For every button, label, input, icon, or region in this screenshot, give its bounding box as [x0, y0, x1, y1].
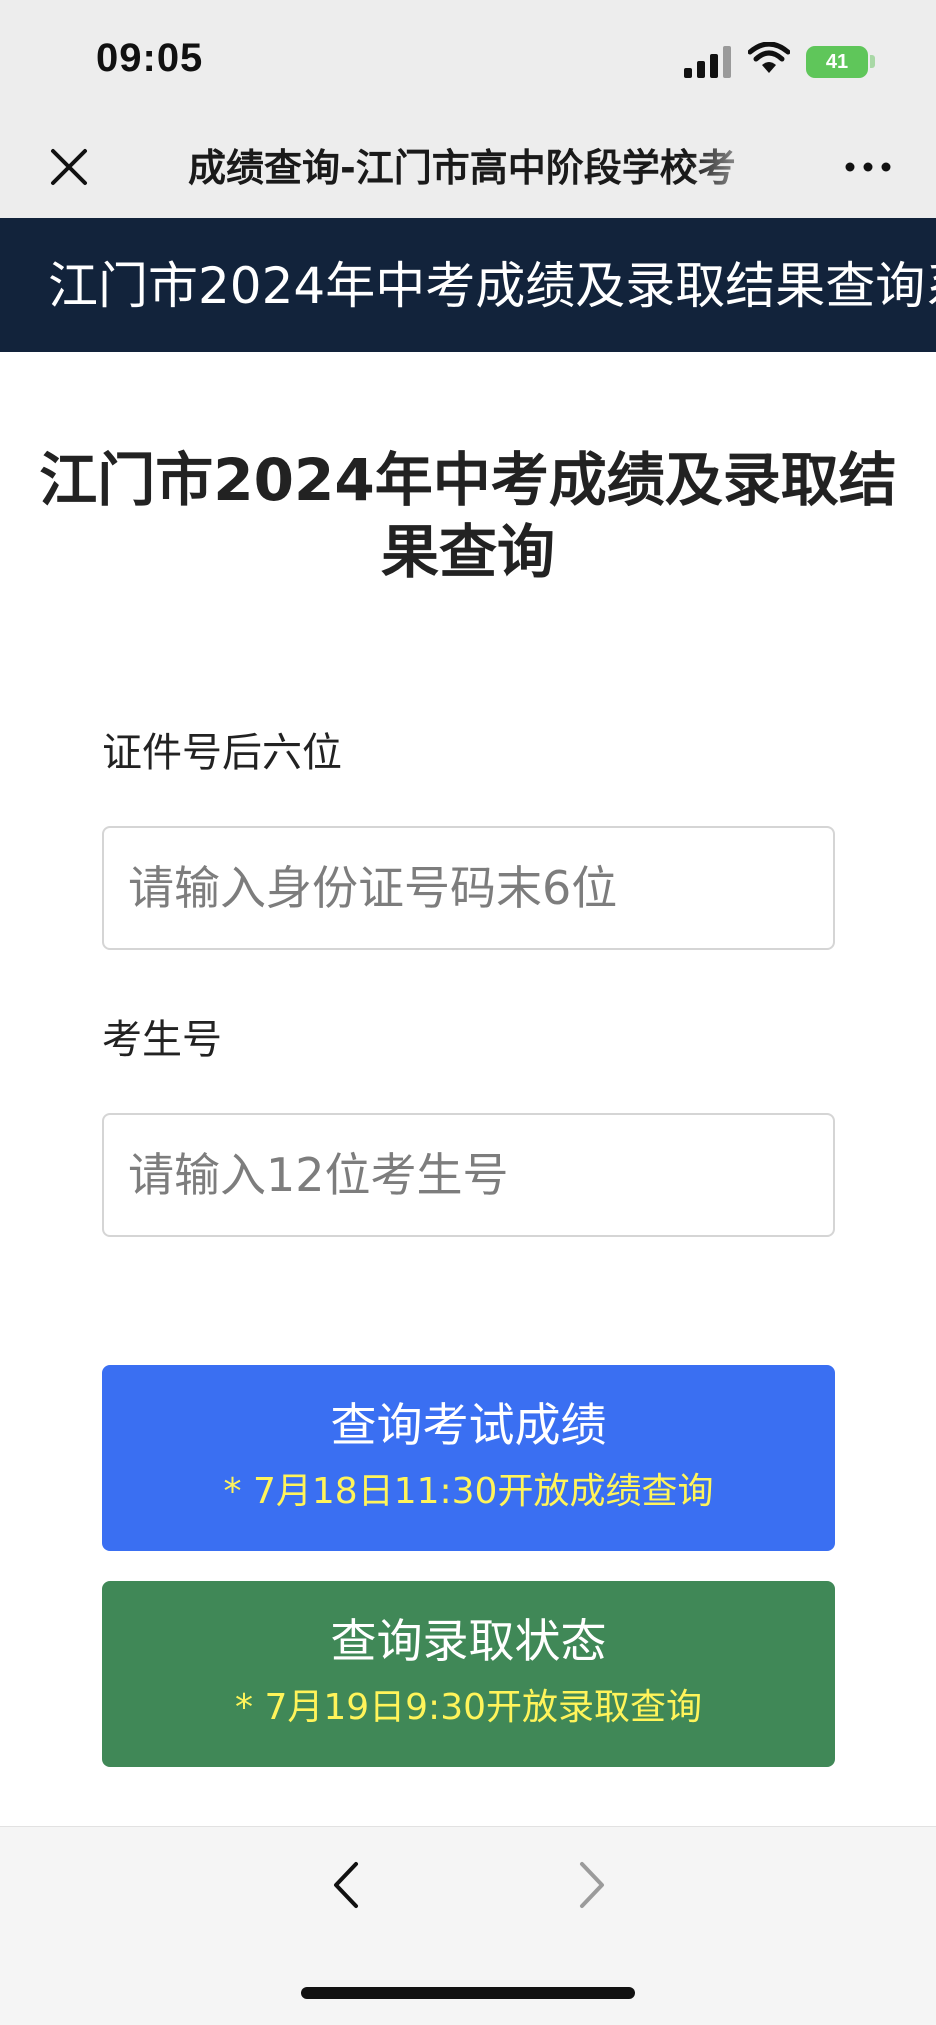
signal-icon: [684, 46, 731, 78]
chevron-right-icon[interactable]: [572, 1858, 612, 1912]
query-admission-label: 查询录取状态: [330, 1614, 607, 1668]
more-icon[interactable]: [844, 150, 892, 184]
exam-number-input[interactable]: [102, 1113, 835, 1237]
nav-title: 成绩查询-江门市高中阶段学校考: [188, 146, 736, 190]
home-indicator: [301, 1987, 635, 1999]
query-score-button[interactable]: 查询考试成绩 * 7月18日11:30开放成绩查询: [102, 1365, 835, 1551]
battery-icon: 41: [806, 46, 868, 78]
query-score-note: * 7月18日11:30开放成绩查询: [223, 1471, 714, 1512]
status-time: 09:05: [96, 36, 204, 80]
battery-level: 41: [825, 51, 849, 73]
query-score-label: 查询考试成绩: [330, 1398, 607, 1452]
chevron-left-icon[interactable]: [326, 1858, 366, 1912]
id-number-label: 证件号后六位: [102, 730, 342, 776]
banner-title: 江门市2024年中考成绩及录取结果查询系: [48, 257, 936, 315]
battery-tip: [870, 55, 875, 68]
exam-number-label: 考生号: [102, 1017, 222, 1063]
page-title: 江门市2024年中考成绩及录取结果查询: [39, 446, 897, 586]
query-admission-button[interactable]: 查询录取状态 * 7月19日9:30开放录取查询: [102, 1581, 835, 1767]
header-banner: 江门市2024年中考成绩及录取结果查询系: [0, 218, 936, 352]
close-icon[interactable]: [44, 142, 94, 192]
id-number-input[interactable]: [102, 826, 835, 950]
query-admission-note: * 7月19日9:30开放录取查询: [235, 1687, 702, 1728]
wifi-icon: [748, 42, 790, 73]
